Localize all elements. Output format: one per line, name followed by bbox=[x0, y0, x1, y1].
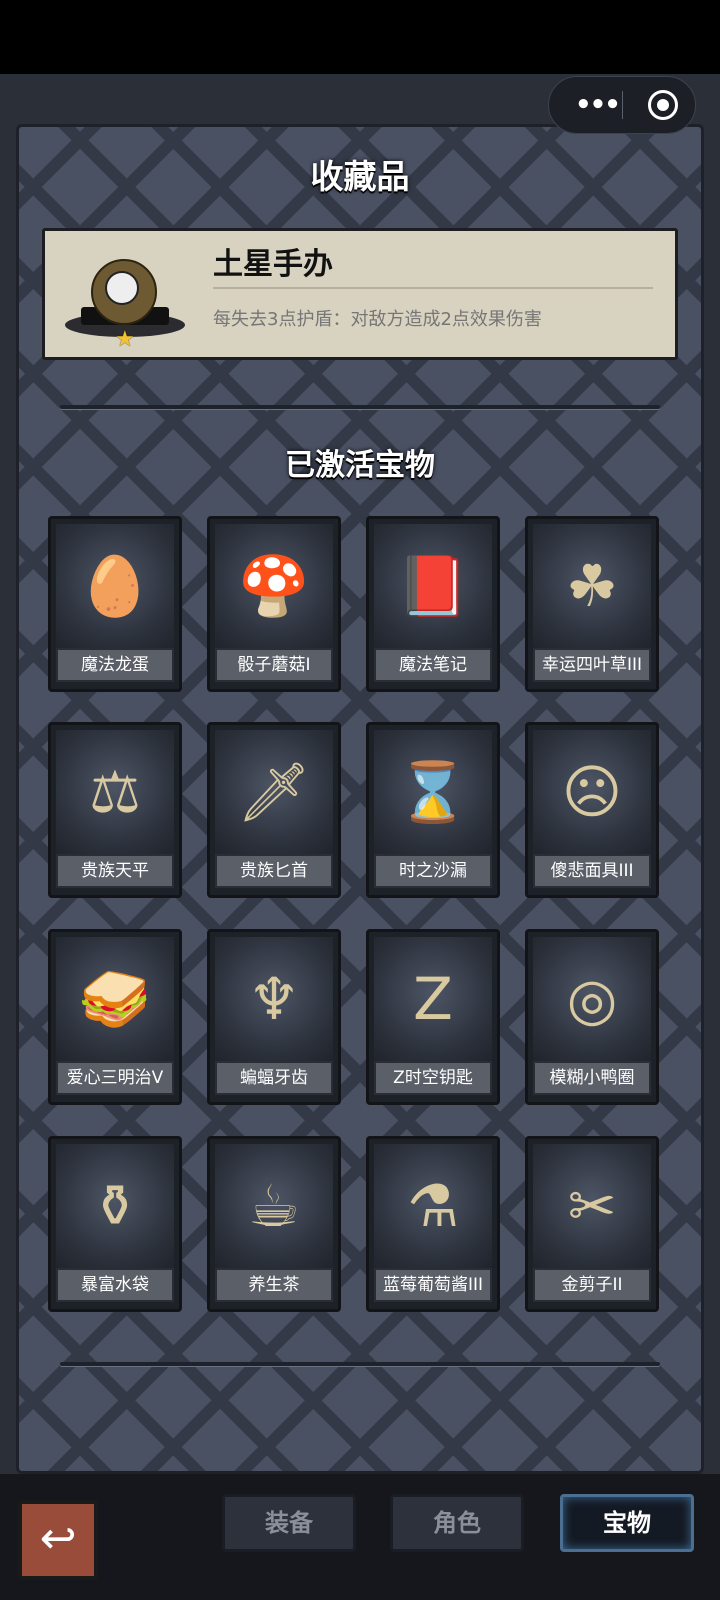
capsule-divider bbox=[622, 91, 623, 119]
treasure-label: 蓝莓葡萄酱III bbox=[374, 1268, 492, 1302]
treasure-item[interactable]: 📕 魔法笔记 bbox=[366, 516, 500, 692]
collectible-description: 每失去3点护盾：对敌方造成2点效果伤害 bbox=[213, 309, 542, 330]
water-bag-icon: ⚱ bbox=[56, 1144, 174, 1268]
card-divider bbox=[213, 287, 653, 289]
hourglass-icon: ⌛ bbox=[374, 730, 492, 854]
treasure-label: 傻悲面具III bbox=[533, 854, 651, 888]
treasure-item[interactable]: 🍄 骰子蘑菇I bbox=[207, 516, 341, 692]
bat-teeth-icon: ♆ bbox=[215, 937, 333, 1061]
treasure-item[interactable]: ♆ 蝙蝠牙齿 bbox=[207, 929, 341, 1105]
dagger-icon: 🗡 bbox=[215, 730, 333, 854]
page-title: 收藏品 bbox=[310, 157, 410, 196]
more-icon[interactable]: ••• bbox=[575, 77, 621, 133]
treasure-label: Z时空钥匙 bbox=[374, 1061, 492, 1095]
treasure-label: 爱心三明治V bbox=[56, 1061, 174, 1095]
tab-equipment[interactable]: 装备 bbox=[222, 1494, 356, 1552]
treasure-item[interactable]: ✂ 金剪子II bbox=[525, 1136, 659, 1312]
section-title: 已激活宝物 bbox=[285, 448, 435, 483]
treasure-item[interactable]: ☕ 养生茶 bbox=[207, 1136, 341, 1312]
miniprogram-capsule: ••• bbox=[548, 76, 696, 134]
treasure-label: 蝙蝠牙齿 bbox=[215, 1061, 333, 1095]
treasure-item[interactable]: ⚱ 暴富水袋 bbox=[48, 1136, 182, 1312]
treasure-item[interactable]: ◎ 模糊小鸭圈 bbox=[525, 929, 659, 1105]
treasure-label: 魔法龙蛋 bbox=[56, 648, 174, 682]
treasure-label: 暴富水袋 bbox=[56, 1268, 174, 1302]
treasure-item[interactable]: ☹ 傻悲面具III bbox=[525, 722, 659, 898]
treasure-label: 魔法笔记 bbox=[374, 648, 492, 682]
duck-ring-icon: ◎ bbox=[533, 937, 651, 1061]
bottom-divider bbox=[60, 1362, 660, 1366]
figure-eye bbox=[105, 271, 139, 305]
tea-cup-icon: ☕ bbox=[215, 1144, 333, 1268]
jam-jar-icon: ⚗ bbox=[374, 1144, 492, 1268]
spellbook-icon: 📕 bbox=[374, 524, 492, 648]
treasure-label: 时之沙漏 bbox=[374, 854, 492, 888]
featured-collectible-card[interactable]: ★ 土星手办 每失去3点护盾：对敌方造成2点效果伤害 bbox=[42, 228, 678, 360]
treasure-label: 模糊小鸭圈 bbox=[533, 1061, 651, 1095]
treasure-item[interactable]: ⌛ 时之沙漏 bbox=[366, 722, 500, 898]
treasure-item[interactable]: 🗡 贵族匕首 bbox=[207, 722, 341, 898]
status-bar bbox=[0, 0, 720, 74]
treasure-item[interactable]: Z Z时空钥匙 bbox=[366, 929, 500, 1105]
treasure-label: 养生茶 bbox=[215, 1268, 333, 1302]
treasure-item[interactable]: 🥚 魔法龙蛋 bbox=[48, 516, 182, 692]
mask-icon: ☹ bbox=[533, 730, 651, 854]
treasure-label: 贵族匕首 bbox=[215, 854, 333, 888]
treasure-item[interactable]: ⚗ 蓝莓葡萄酱III bbox=[366, 1136, 500, 1312]
clover-icon: ☘ bbox=[533, 524, 651, 648]
treasure-item[interactable]: 🥪 爱心三明治V bbox=[48, 929, 182, 1105]
treasure-label: 金剪子II bbox=[533, 1268, 651, 1302]
target-icon[interactable] bbox=[648, 90, 678, 120]
tab-treasure[interactable]: 宝物 bbox=[560, 1494, 694, 1552]
section-divider bbox=[60, 405, 660, 409]
treasure-item[interactable]: ☘ 幸运四叶草III bbox=[525, 516, 659, 692]
mushroom-icon: 🍄 bbox=[215, 524, 333, 648]
collectible-name: 土星手办 bbox=[213, 247, 333, 282]
back-arrow-icon: ↩ bbox=[39, 1513, 77, 1564]
scales-icon: ⚖ bbox=[56, 730, 174, 854]
treasure-label: 幸运四叶草III bbox=[533, 648, 651, 682]
tab-character[interactable]: 角色 bbox=[390, 1494, 524, 1552]
dragon-egg-icon: 🥚 bbox=[56, 524, 174, 648]
treasure-item[interactable]: ⚖ 贵族天平 bbox=[48, 722, 182, 898]
scissors-icon: ✂ bbox=[533, 1144, 651, 1268]
treasure-label: 骰子蘑菇I bbox=[215, 648, 333, 682]
z-orb-icon: Z bbox=[374, 937, 492, 1061]
back-button[interactable]: ↩ bbox=[18, 1500, 98, 1580]
treasure-label: 贵族天平 bbox=[56, 854, 174, 888]
sandwich-icon: 🥪 bbox=[56, 937, 174, 1061]
star-icon: ★ bbox=[115, 327, 135, 352]
